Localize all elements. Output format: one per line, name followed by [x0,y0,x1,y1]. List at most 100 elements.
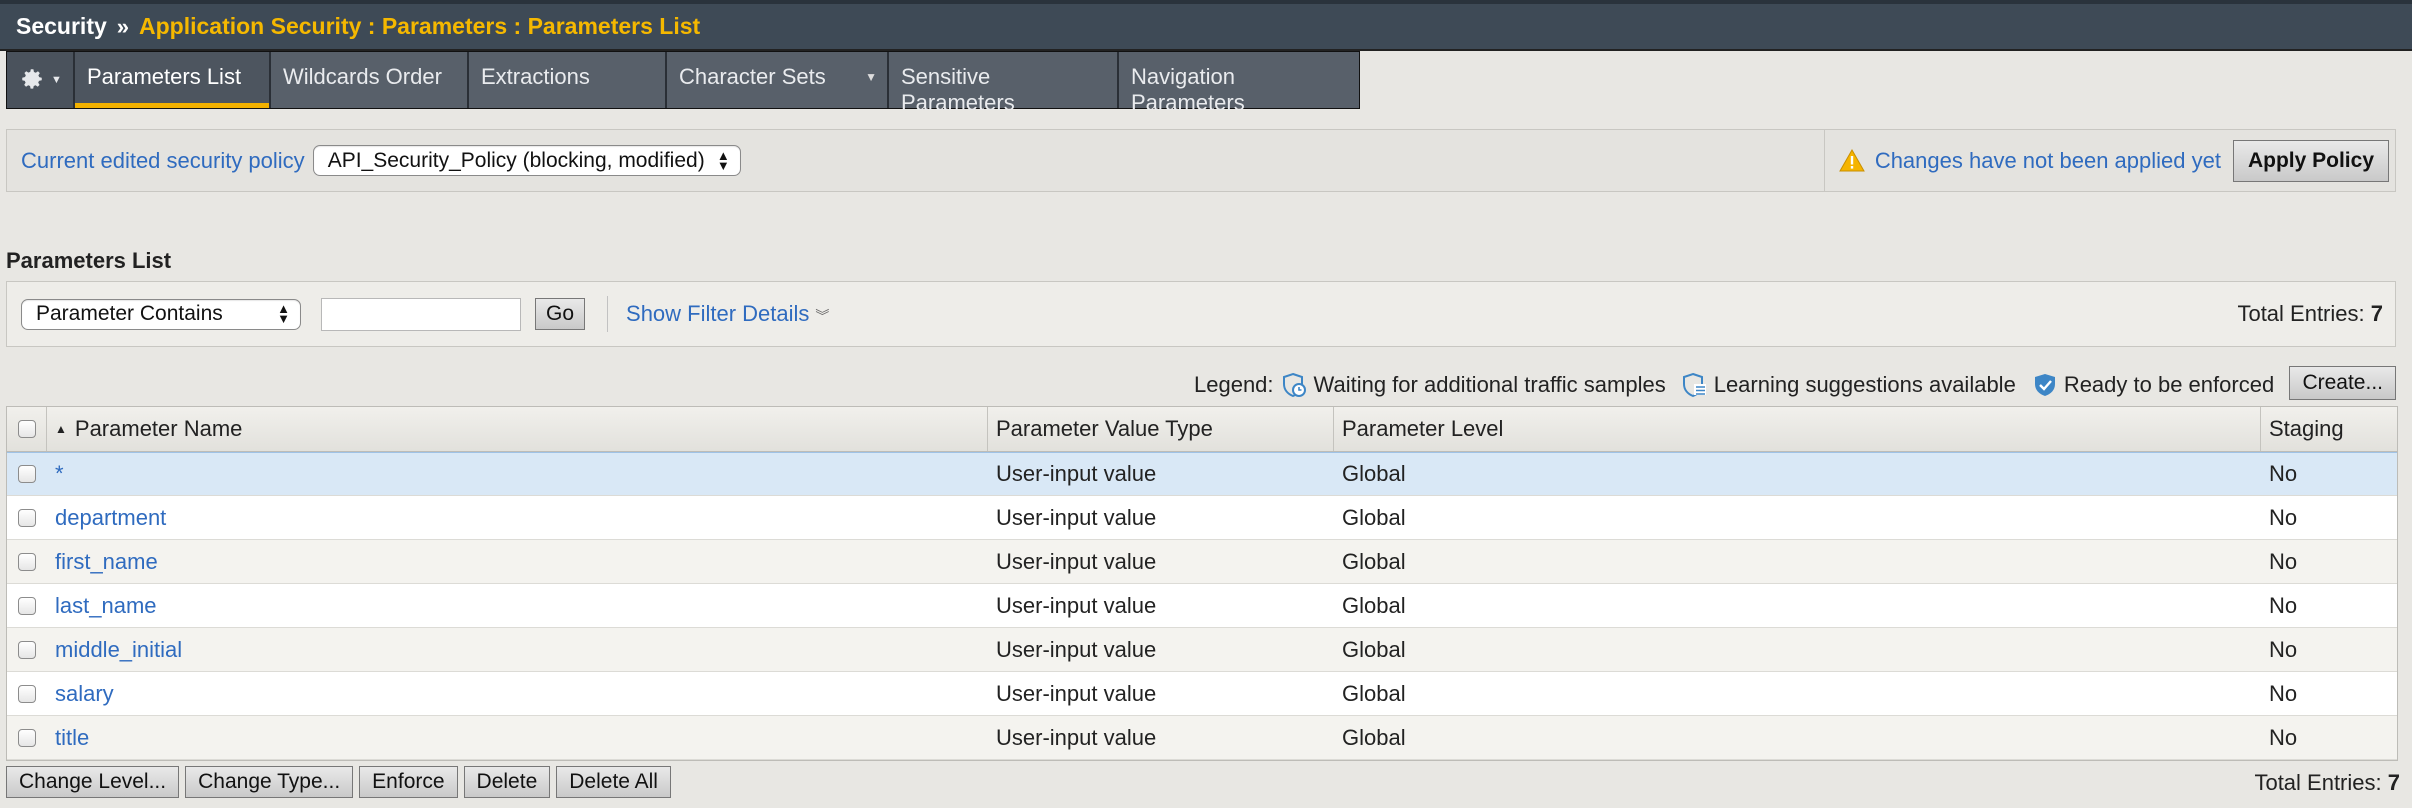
value-type-cell: User-input value [996,636,1157,662]
parameter-name-link[interactable]: middle_initial [55,637,182,663]
breadcrumb-root[interactable]: Security [16,13,107,40]
total-entries-top: Total Entries: 7 [2237,301,2383,327]
parameter-name-link[interactable]: salary [55,681,114,707]
row-checkbox[interactable] [18,508,36,527]
tab-wildcards-order[interactable]: Wildcards Order [271,52,469,108]
delete-all-button[interactable]: Delete All [556,766,671,798]
col-parameter-name[interactable]: ▲ Parameter Name [47,407,988,451]
gear-icon [22,69,42,89]
tab-label: Character Sets [679,64,826,89]
show-filter-details-label: Show Filter Details [626,301,810,326]
table-row[interactable]: last_name User-input value Global No [7,584,2397,628]
row-checkbox-cell [7,496,47,539]
value-type-cell: User-input value [996,592,1157,618]
table-row[interactable]: first_name User-input value Global No [7,540,2397,584]
breadcrumb-path: Application Security : Parameters : Para… [139,13,701,39]
parameter-name-link[interactable]: department [55,505,166,531]
legend-waiting-text: Waiting for additional traffic samples [1313,372,1666,397]
row-checkbox-cell [7,540,47,583]
table-row[interactable]: * User-input value Global No [7,452,2397,496]
tab-navigation-parameters[interactable]: Navigation Parameters [1119,52,1359,115]
table-body: * User-input value Global No department … [7,452,2397,760]
row-checkbox[interactable] [18,465,36,483]
parameter-name-link[interactable]: last_name [55,593,157,619]
table-row[interactable]: middle_initial User-input value Global N… [7,628,2397,672]
table-row[interactable]: title User-input value Global No [7,716,2397,760]
policy-select[interactable]: API_Security_Policy (blocking, modified)… [312,145,741,176]
delete-button[interactable]: Delete [463,766,551,798]
shield-list-icon [1682,372,1706,398]
legend-label: Legend: [1194,372,1274,397]
col-label: Parameter Level [1342,416,1504,441]
parameter-name-cell: salary [47,672,988,715]
tab-sensitive-parameters[interactable]: Sensitive Parameters [889,52,1119,115]
table-row[interactable]: salary User-input value Global No [7,672,2397,716]
chevron-down-icon: ▼ [51,74,62,86]
total-value: 7 [2370,301,2383,326]
col-label: Parameter Value Type [996,416,1213,441]
tab-label: Wildcards Order [283,64,442,89]
shield-clock-icon [1282,372,1306,398]
apply-policy-button[interactable]: Apply Policy [2232,139,2389,182]
tab-extractions[interactable]: Extractions [469,52,667,108]
filter-bar: Parameter Contains ▲ ▼ Go Show Filter Det… [6,281,2396,347]
bulk-actions: Change Level... Change Type... Enforce D… [6,766,671,798]
row-checkbox[interactable] [18,684,36,703]
tab-label: Parameters List [87,64,242,89]
change-level-button[interactable]: Change Level... [6,766,180,798]
chevron-down-icon[interactable]: ▼ [865,70,877,84]
select-all-checkbox[interactable] [17,420,36,438]
parameter-name-link[interactable]: * [55,461,64,487]
section-title: Parameters List [6,248,172,273]
staging-cell: No [2269,548,2298,574]
go-button[interactable]: Go [535,298,586,330]
table-row[interactable]: department User-input value Global No [7,496,2397,540]
level-cell: Global [1342,680,1406,706]
filter-type-select[interactable]: Parameter Contains ▲ ▼ [21,298,301,330]
col-staging[interactable]: Staging [2261,407,2397,451]
row-checkbox[interactable] [18,728,36,747]
staging-cell: No [2269,680,2298,706]
col-parameter-value-type[interactable]: Parameter Value Type [988,407,1334,451]
value-type-cell: User-input value [996,461,1157,486]
col-parameter-level[interactable]: Parameter Level [1334,407,2261,451]
value-type-cell: User-input value [996,724,1157,750]
row-checkbox[interactable] [18,640,36,659]
level-cell: Global [1342,461,1406,486]
filter-input[interactable] [321,297,521,331]
row-checkbox-cell [7,716,47,759]
row-checkbox-cell [7,453,47,495]
create-button[interactable]: Create... [2289,366,2396,400]
staging-cell: No [2269,592,2298,618]
parameter-name-cell: * [47,453,988,495]
level-cell: Global [1342,548,1406,574]
show-filter-details-link[interactable]: Show Filter Details ︾ [626,301,829,327]
parameter-name-link[interactable]: first_name [55,549,158,575]
legend: Legend: Waiting for additional traffic s… [1194,372,2282,398]
col-label: Staging [2269,416,2344,441]
shield-check-icon [2034,374,2055,396]
settings-menu-button[interactable]: ▼ [7,52,75,108]
tab-character-sets[interactable]: Character Sets ▼ [667,52,889,108]
legend-ready-text: Ready to be enforced [2063,372,2275,397]
enforce-button[interactable]: Enforce [359,766,458,798]
parameter-name-link[interactable]: title [55,725,89,751]
staging-cell: No [2269,636,2298,662]
double-chevron-down-icon: ︾ [815,308,830,324]
total-entries-bottom: Total Entries: 7 [2254,770,2400,796]
row-checkbox-cell [7,584,47,627]
total-label: Total Entries: [2237,301,2365,326]
total-value: 7 [2387,770,2400,795]
change-type-button[interactable]: Change Type... [185,766,354,798]
level-cell: Global [1342,636,1406,662]
title-bar: Security » Application Security : Parame… [0,0,2412,51]
select-all-cell [7,407,47,451]
row-checkbox[interactable] [18,596,36,615]
policy-label[interactable]: Current edited security policy [21,148,305,174]
staging-cell: No [2269,461,2298,486]
staging-cell: No [2269,724,2298,750]
tab-parameters-list[interactable]: Parameters List [75,52,271,108]
row-checkbox[interactable] [18,552,36,571]
parameter-name-cell: title [47,716,988,759]
divider [607,296,609,332]
